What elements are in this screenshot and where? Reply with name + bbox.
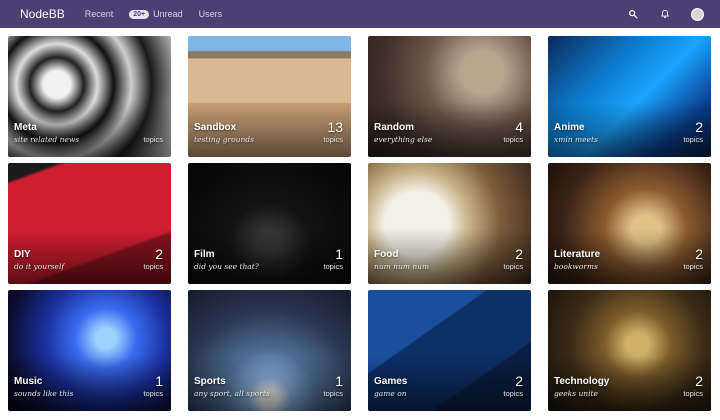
category-card-random[interactable]: Random everything else 4 topics: [368, 36, 531, 157]
category-name: Music: [14, 376, 43, 387]
topic-count: 13: [327, 119, 343, 135]
category-description: bookworms: [554, 262, 598, 271]
topics-label: topics: [143, 262, 163, 271]
category-name: Games: [374, 376, 408, 387]
topic-count: 1: [155, 373, 163, 389]
topics-label: topics: [323, 135, 343, 144]
topics-label: topics: [503, 389, 523, 398]
topics-label: topics: [503, 262, 523, 271]
category-description: num num num: [374, 262, 430, 271]
category-description: did you see that?: [194, 262, 259, 271]
category-card-food[interactable]: Food num num num 2 topics: [368, 163, 531, 284]
category-card-anime[interactable]: Anime xmin meets 2 topics: [548, 36, 711, 157]
topics-label: topics: [143, 135, 163, 144]
primary-nav: Recent 20+ Unread Users: [85, 9, 238, 19]
topics-label: topics: [503, 135, 523, 144]
category-grid: Meta site related news topics Sandbox te…: [8, 36, 712, 411]
unread-count-badge: 20+: [129, 9, 150, 19]
category-description: any sport, all sports: [194, 389, 270, 398]
category-description: xmin meets: [554, 135, 598, 144]
category-description: do it yourself: [14, 262, 65, 271]
category-card-literature[interactable]: Literature bookworms 2 topics: [548, 163, 711, 284]
category-card-technology[interactable]: Technology geeks unite 2 topics: [548, 290, 711, 411]
category-name: Literature: [554, 249, 601, 260]
topic-count: 2: [515, 373, 523, 389]
category-description: game on: [374, 389, 407, 398]
category-description: site related news: [14, 135, 80, 144]
category-card-film[interactable]: Film did you see that? 1 topics: [188, 163, 351, 284]
nav-recent[interactable]: Recent: [85, 9, 114, 19]
top-navbar: NodeBB Recent 20+ Unread Users: [0, 0, 720, 28]
nav-unread[interactable]: 20+ Unread: [129, 9, 183, 19]
category-name: DIY: [14, 249, 31, 260]
nav-unread-label: Unread: [153, 9, 183, 19]
topics-label: topics: [683, 262, 703, 271]
category-name: Meta: [14, 122, 37, 133]
avatar: [690, 7, 704, 21]
category-description: everything else: [374, 135, 433, 144]
topic-count: 4: [515, 119, 523, 135]
topics-label: topics: [143, 389, 163, 398]
category-description: testing grounds: [194, 135, 254, 144]
category-card-music[interactable]: Music sounds like this 1 topics: [8, 290, 171, 411]
category-name: Film: [194, 249, 215, 260]
category-card-meta[interactable]: Meta site related news topics: [8, 36, 171, 157]
bell-icon[interactable]: [658, 7, 672, 21]
topic-count: 2: [695, 119, 703, 135]
category-card-sports[interactable]: Sports any sport, all sports 1 topics: [188, 290, 351, 411]
topic-count: 1: [335, 373, 343, 389]
topics-label: topics: [323, 262, 343, 271]
topic-count: 2: [695, 373, 703, 389]
category-card-sandbox[interactable]: Sandbox testing grounds 13 topics: [188, 36, 351, 157]
topic-count: 2: [695, 246, 703, 262]
category-name: Anime: [554, 122, 585, 133]
category-name: Food: [374, 249, 399, 260]
topics-label: topics: [323, 389, 343, 398]
card-gradient: [8, 229, 171, 284]
category-card-diy[interactable]: DIY do it yourself 2 topics: [8, 163, 171, 284]
category-description: sounds like this: [14, 389, 74, 398]
category-name: Sandbox: [194, 122, 237, 133]
category-name: Technology: [554, 376, 610, 387]
topics-label: topics: [683, 389, 703, 398]
topic-count: 2: [515, 246, 523, 262]
category-name: Random: [374, 122, 414, 133]
category-description: geeks unite: [554, 389, 598, 398]
category-name: Sports: [194, 376, 226, 387]
nav-users[interactable]: Users: [199, 9, 223, 19]
topics-label: topics: [683, 135, 703, 144]
user-avatar[interactable]: [690, 7, 704, 21]
category-card-games[interactable]: Games game on 2 topics: [368, 290, 531, 411]
navbar-right: [608, 7, 704, 21]
topic-count: 1: [335, 246, 343, 262]
search-icon[interactable]: [626, 7, 640, 21]
brand-logo[interactable]: NodeBB: [20, 7, 65, 21]
topic-count: 2: [155, 246, 163, 262]
